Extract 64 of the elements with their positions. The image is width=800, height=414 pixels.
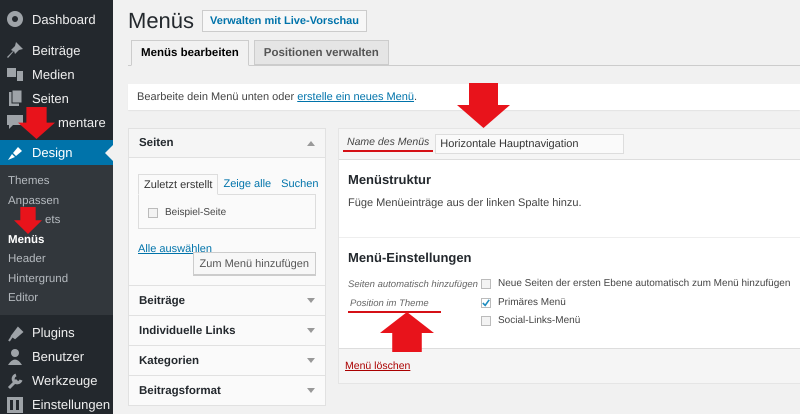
submenu-item[interactable]: Themes <box>0 172 113 192</box>
caret-icon <box>307 298 315 303</box>
page-title: Menüs <box>128 8 194 34</box>
sidebar-item[interactable]: Einstellungen <box>0 392 113 414</box>
submenu-item[interactable]: Anpassen <box>0 192 113 211</box>
caret-icon <box>307 140 315 146</box>
menu-name-field[interactable]: Horizontale Hauptnavigation <box>435 134 624 154</box>
current-pointer-icon <box>105 145 113 161</box>
sidebar-item[interactable]: Beiträge <box>0 38 113 62</box>
sidebar-item[interactable]: Seiten <box>0 86 113 110</box>
submenu-item[interactable]: Header <box>0 250 113 270</box>
caret-icon <box>307 388 315 393</box>
tab[interactable]: Positionen verwalten <box>254 40 389 65</box>
select-all-link[interactable]: Alle auswählen <box>138 243 316 255</box>
tab[interactable]: Suchen <box>276 174 324 194</box>
sidebar-item[interactable]: Medien <box>0 62 113 86</box>
tab[interactable]: Menüs bearbeiten <box>131 40 249 66</box>
sidebar-icon <box>6 113 24 131</box>
menu-name-label: Name des Menüs <box>343 136 434 152</box>
checkbox[interactable] <box>481 298 491 308</box>
caret-icon <box>307 328 315 333</box>
checkbox[interactable] <box>148 208 158 218</box>
checkbox-label: Primäres Menü <box>498 297 566 308</box>
submenu-item[interactable]: Menüs <box>0 230 113 250</box>
sidebar-icon <box>6 65 24 83</box>
checkbox-label: Social-Links-Menü <box>498 315 580 326</box>
tab[interactable]: Zeige alle <box>218 174 276 194</box>
sidebar-icon <box>6 372 24 390</box>
sidebar-item[interactable]: Benutzer <box>0 344 113 368</box>
accordion-header[interactable]: Kategorien <box>129 346 325 375</box>
sidebar-item[interactable]: Plugins <box>0 320 113 344</box>
section-heading: Menü-Einstellungen <box>348 250 472 265</box>
accordion-header[interactable]: Individuelle Links <box>129 316 325 345</box>
accordion-header[interactable]: Seiten <box>129 129 325 158</box>
accordion-header[interactable]: Beitragsformat <box>129 376 325 405</box>
checkbox[interactable] <box>481 278 491 288</box>
checkbox-label: Beispiel-Seite <box>165 207 226 218</box>
sidebar-item[interactable]: Design <box>0 140 113 165</box>
checkbox-label: Neue Seiten der ersten Ebene automatisch zum Menü hinzufügen <box>498 278 790 289</box>
notice-text: Bearbeite dein Menü unten oder erstelle ein neues Menü. <box>128 84 800 110</box>
create-menu-link[interactable]: erstelle ein neues Menü <box>297 91 414 103</box>
check-icon <box>482 298 490 306</box>
sidebar-item[interactable]: Werkzeuge <box>0 368 113 392</box>
caret-icon <box>307 358 315 363</box>
submenu-item[interactable]: Hintergrund <box>0 270 113 289</box>
tab[interactable]: Zuletzt erstellt <box>138 174 218 195</box>
sidebar-item[interactable]: mentare <box>0 110 113 134</box>
setting-label: Position im Theme <box>348 298 441 313</box>
sidebar-item[interactable]: Dashboard <box>0 7 113 31</box>
delete-menu-link[interactable]: Menü löschen <box>345 360 410 372</box>
sidebar-icon <box>6 89 24 107</box>
hint-text: Füge Menüeinträge aus der linken Spalte hinzu. <box>348 197 583 209</box>
sidebar-icon <box>6 41 24 59</box>
add-to-menu-button[interactable]: Zum Menü hinzufügen <box>192 252 316 275</box>
sidebar-icon <box>6 10 24 28</box>
live-preview-button[interactable]: Verwalten mit Live-Vorschau <box>202 10 368 32</box>
submenu-item[interactable]: ets <box>0 211 113 230</box>
checkbox[interactable] <box>481 316 491 326</box>
sidebar-icon <box>6 348 24 366</box>
sidebar-icon <box>6 324 24 342</box>
accordion-header[interactable]: Beiträge <box>129 286 325 315</box>
submenu-item[interactable]: Editor <box>0 289 113 308</box>
section-heading: Menüstruktur <box>348 172 432 187</box>
setting-label: Seiten automatisch hinzufügen <box>348 279 478 292</box>
